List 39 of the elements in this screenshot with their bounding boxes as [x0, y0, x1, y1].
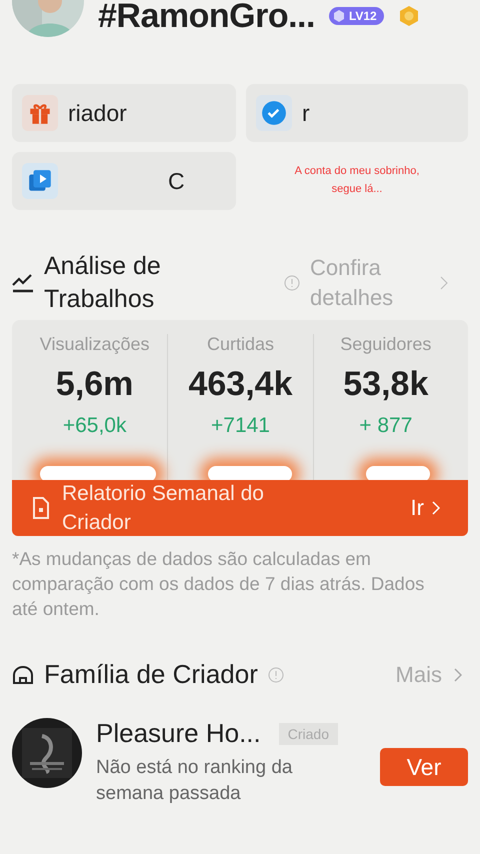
trend-icon	[12, 273, 34, 293]
stat-label: Seguidores	[340, 334, 432, 355]
shortcut-tile[interactable]: r	[246, 84, 468, 142]
shortcut-tile[interactable]: riador	[12, 84, 236, 142]
caption-text: A conta do meu sobrinho, segue lá...	[294, 164, 420, 197]
check-badge-icon	[261, 100, 287, 126]
stat-value: 5,6m	[56, 365, 134, 404]
chevron-icon	[432, 501, 440, 515]
section-title: Família de Criador	[44, 659, 258, 690]
stat-change: +7141	[211, 414, 270, 438]
stat-change: +65,0k	[62, 414, 126, 438]
chevron-icon	[454, 668, 462, 682]
info-icon	[268, 666, 284, 682]
stat-change: + 877	[359, 414, 412, 438]
chevron-icon	[440, 276, 448, 290]
level-badge: LV12	[328, 7, 384, 25]
stat-value: 463,4k	[188, 365, 292, 404]
stat-label: Visualizações	[40, 334, 150, 355]
stat-label: Curtidas	[206, 334, 274, 355]
profile-name: #RamonGro...	[98, 0, 315, 36]
section-title: Análise de Trabalhos	[44, 251, 162, 315]
creator-name: Pleasure Ho...	[96, 718, 261, 749]
more-link[interactable]: Mais	[396, 662, 468, 688]
weekly-report-banner[interactable]: Relatorio Semanal do Criador Ir	[12, 480, 468, 536]
coin-icon	[398, 5, 420, 27]
creator-tag: Criado	[278, 722, 338, 744]
info-icon	[284, 275, 300, 291]
banner-title: Relatorio Semanal do Criador	[62, 481, 265, 536]
data-note: *As mudanças de dados são calculadas em comparação com os dados de 7 dias atrás. Dados até ontem.	[12, 547, 426, 621]
house-icon	[12, 664, 34, 684]
stat-value: 53,8k	[343, 365, 428, 404]
ranking-status: Não está no ranking da semana passada	[96, 756, 294, 806]
go-button[interactable]: Ir	[410, 495, 440, 521]
scribble-mark	[366, 466, 430, 480]
details-link[interactable]: Confira detalhes	[310, 253, 430, 313]
shortcut-tile[interactable]: C	[12, 152, 236, 210]
document-icon	[32, 497, 50, 519]
view-button[interactable]: Ver	[380, 748, 468, 786]
video-icon	[27, 168, 53, 194]
